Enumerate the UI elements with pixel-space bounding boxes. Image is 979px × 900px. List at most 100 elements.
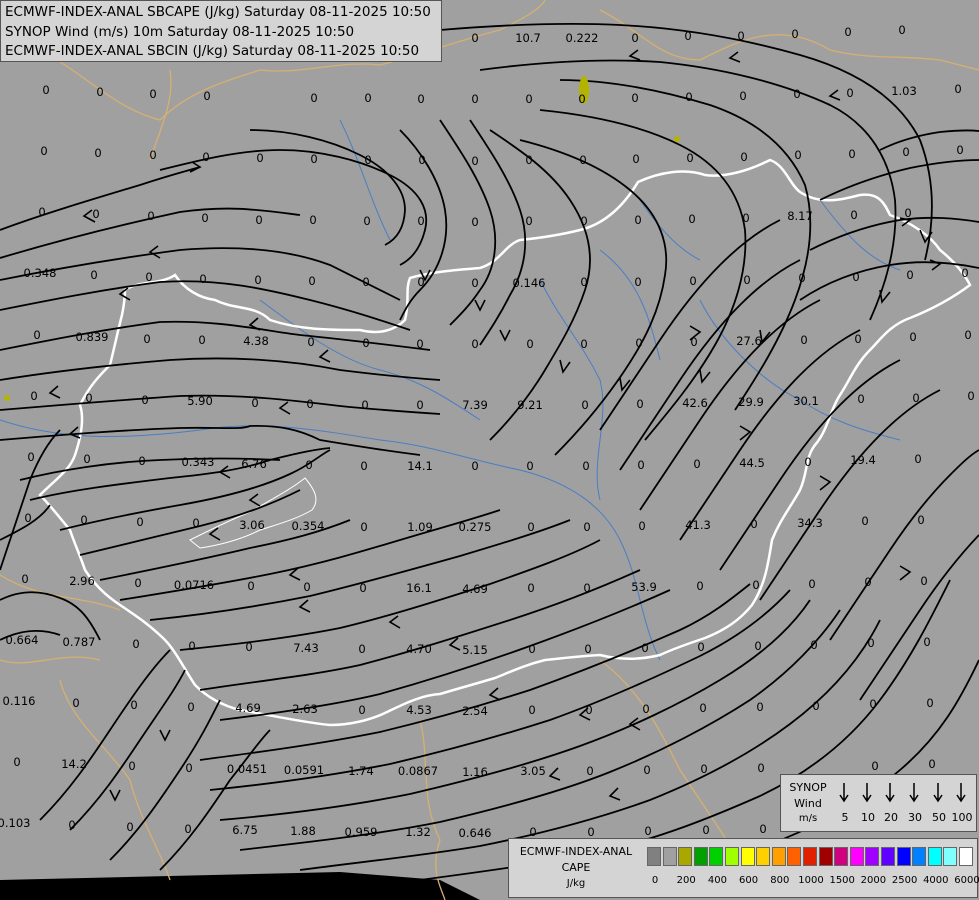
cape-value: 0	[471, 154, 478, 168]
cape-value: 0	[757, 761, 764, 775]
cape-value: 53.9	[631, 580, 657, 594]
cape-swatch	[912, 847, 927, 866]
cape-value: 0	[580, 337, 587, 351]
cape-value: 0	[804, 455, 811, 469]
cape-value: 0	[254, 273, 261, 287]
cape-value: 0	[202, 150, 209, 164]
cape-value: 0	[360, 520, 367, 534]
cape-value: 0	[184, 822, 191, 836]
cape-swatch	[709, 847, 724, 866]
cape-value: 4.69	[235, 701, 261, 715]
cape-value: 0	[637, 458, 644, 472]
cape-value: 0	[643, 763, 650, 777]
cape-value: 0	[697, 640, 704, 654]
cape-value: 0.348	[24, 266, 57, 280]
cape-value: 0	[471, 31, 478, 45]
cape-value: 0	[42, 83, 49, 97]
cape-value: 0	[27, 450, 34, 464]
cape-value: 0	[759, 822, 766, 836]
cape-value: 0	[359, 581, 366, 595]
cape-value: 0	[641, 641, 648, 655]
cape-value: 0.0451	[227, 762, 267, 776]
cape-value: 0	[185, 761, 192, 775]
cape-value: 0	[808, 577, 815, 591]
cape-value: 0	[685, 90, 692, 104]
cape-value: 0	[132, 637, 139, 651]
cape-value: 0	[85, 391, 92, 405]
cape-tick-label: 4000	[923, 875, 949, 886]
cape-tick-label: 2000	[860, 875, 887, 886]
cape-value: 1.03	[891, 84, 917, 98]
cape-legend-title1: ECMWF-INDEX-ANAL	[519, 845, 633, 858]
cape-value: 0	[525, 92, 532, 106]
cape-value: 0.839	[76, 330, 109, 344]
cape-value: 0	[363, 214, 370, 228]
cape-value: 0	[471, 459, 478, 473]
cape-value: 0.787	[63, 635, 96, 649]
cape-legend-title2: CAPE	[561, 861, 591, 874]
cape-value: 0	[83, 452, 90, 466]
cape-value: 0	[149, 87, 156, 101]
cape-value: 0	[525, 153, 532, 167]
cape-value: 0	[864, 575, 871, 589]
wind-legend-title2: Wind	[794, 797, 822, 810]
title-cape: ECMWF-INDEX-ANAL SBCAPE (J/kg) Saturday …	[5, 4, 431, 20]
cape-value: 0	[752, 578, 759, 592]
wind-speed-100: 100	[951, 811, 973, 824]
cape-value: 19.4	[850, 453, 876, 467]
cape-value: 1.09	[407, 520, 433, 534]
cape-value: 7.43	[293, 641, 319, 655]
wind-speed-30: 30	[908, 811, 922, 824]
cape-tick-label: 800	[770, 875, 790, 886]
cape-value: 0.0591	[284, 763, 324, 777]
cape-value: 34.3	[797, 516, 823, 530]
cape-value: 0.116	[3, 694, 36, 708]
cape-value: 0	[689, 274, 696, 288]
cape-swatch	[881, 847, 895, 866]
cape-value: 0	[750, 517, 757, 531]
cape-value: 0	[38, 205, 45, 219]
cape-swatch	[725, 847, 739, 866]
cape-tick-label: 200	[676, 875, 696, 886]
cape-value: 0	[138, 454, 145, 468]
cape-value: 0	[303, 580, 310, 594]
cape-value: 0	[686, 151, 693, 165]
wind-speed-10: 10	[861, 811, 875, 824]
cape-value: 7.39	[462, 398, 488, 412]
wind-legend-title1: SYNOP	[789, 781, 827, 794]
cape-value: 0	[30, 389, 37, 403]
cape-value: 3.05	[520, 764, 546, 778]
cape-value: 0	[471, 337, 478, 351]
cape-value: 0	[912, 391, 919, 405]
cape-value: 0.354	[292, 519, 325, 533]
cape-swatch	[803, 847, 817, 866]
cape-value: 44.5	[739, 456, 765, 470]
cape-tick-label: 6000	[954, 875, 979, 886]
cape-value: 0	[585, 703, 592, 717]
cape-value: 27.6	[736, 334, 762, 348]
cape-value: 0	[13, 755, 20, 769]
wind-arrows-icon	[839, 783, 966, 803]
cape-value: 5.90	[187, 394, 213, 408]
cape-value: 3.06	[239, 518, 265, 532]
cape-value: 0	[418, 153, 425, 167]
cape-value: 4.38	[243, 334, 269, 348]
cape-swatch	[756, 847, 771, 866]
cape-value: 0	[956, 143, 963, 157]
cape-swatch	[787, 847, 802, 866]
cape-value: 0	[130, 698, 137, 712]
cape-value: 0	[364, 91, 371, 105]
cape-legend: ECMWF-INDEX-ANAL CAPE J/kg 0 200 400 600 800…	[508, 838, 979, 898]
cape-value: 0	[638, 519, 645, 533]
wind-legend: SYNOP Wind m/s 5 10 20 30 50 100	[780, 774, 977, 832]
cape-value: 0	[812, 699, 819, 713]
cape-value: 0	[688, 212, 695, 226]
cape-value: 8.17	[787, 209, 813, 223]
cape-value: 0	[632, 152, 639, 166]
cape-swatch	[834, 847, 849, 866]
title-wind: SYNOP Wind (m/s) 10m Saturday 08-11-2025…	[5, 23, 355, 40]
cape-value: 0	[961, 266, 968, 280]
cape-value: 0	[528, 642, 535, 656]
cape-value: 0.103	[0, 816, 30, 830]
wind-speed-20: 20	[884, 811, 898, 824]
